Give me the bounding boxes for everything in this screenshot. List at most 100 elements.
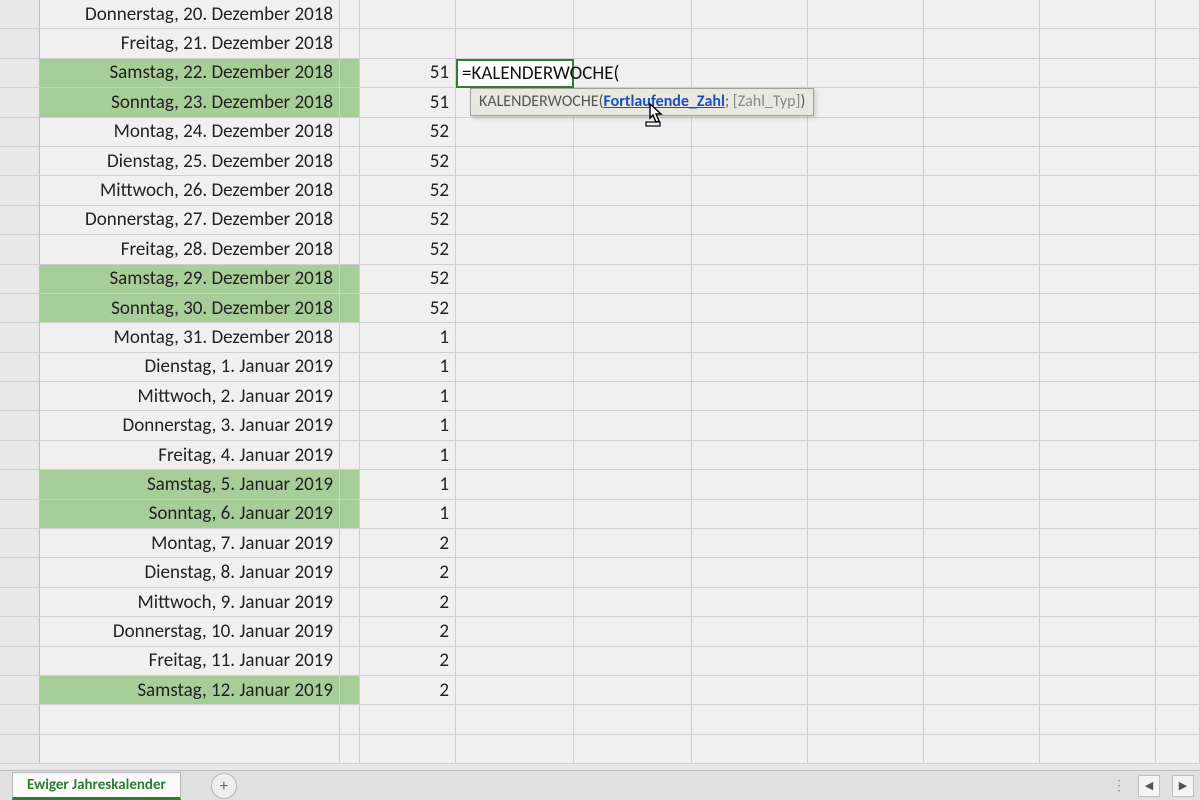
grid-cell[interactable]	[808, 176, 924, 205]
grid-cell[interactable]	[456, 0, 574, 29]
spacer-cell[interactable]	[340, 118, 360, 147]
row-header[interactable]	[0, 0, 40, 29]
grid-cell[interactable]	[456, 206, 574, 235]
spacer-cell[interactable]	[340, 647, 360, 676]
grid-cell[interactable]	[574, 265, 692, 294]
grid-cell[interactable]	[808, 29, 924, 58]
grid-cell[interactable]	[1156, 206, 1200, 235]
grid-cell[interactable]	[1040, 29, 1156, 58]
spacer-cell[interactable]	[340, 353, 360, 382]
week-number-cell[interactable]: 52	[360, 235, 456, 264]
row-header[interactable]	[0, 353, 40, 382]
grid-cell[interactable]	[808, 353, 924, 382]
grid-cell[interactable]	[808, 558, 924, 587]
date-cell[interactable]: Donnerstag, 10. Januar 2019	[40, 617, 340, 646]
week-number-cell[interactable]: 52	[360, 118, 456, 147]
tab-options-icon[interactable]: ⋮	[1112, 777, 1126, 794]
grid-cell[interactable]	[924, 617, 1040, 646]
week-number-cell[interactable]: 1	[360, 353, 456, 382]
grid-cell[interactable]	[692, 588, 808, 617]
date-cell[interactable]: Sonntag, 6. Januar 2019	[40, 500, 340, 529]
grid-cell[interactable]	[456, 705, 574, 734]
grid-cell[interactable]	[1040, 59, 1156, 88]
grid-cell[interactable]	[808, 0, 924, 29]
date-cell[interactable]: Freitag, 21. Dezember 2018	[40, 29, 340, 58]
grid-cell[interactable]	[1156, 118, 1200, 147]
grid-cell[interactable]	[1040, 500, 1156, 529]
grid-cell[interactable]	[574, 676, 692, 705]
grid-cell[interactable]	[692, 617, 808, 646]
grid-cell[interactable]	[1156, 647, 1200, 676]
grid-cell[interactable]	[924, 235, 1040, 264]
grid-cell[interactable]	[1156, 353, 1200, 382]
date-cell[interactable]: Donnerstag, 27. Dezember 2018	[40, 206, 340, 235]
grid-cell[interactable]	[808, 118, 924, 147]
grid-cell[interactable]	[924, 529, 1040, 558]
grid-cell[interactable]	[574, 411, 692, 440]
grid-cell[interactable]	[574, 647, 692, 676]
grid-cell[interactable]	[456, 118, 574, 147]
grid-cell[interactable]	[692, 235, 808, 264]
grid-cell[interactable]	[808, 735, 924, 764]
week-number-cell[interactable]: 1	[360, 411, 456, 440]
grid-cell[interactable]	[692, 411, 808, 440]
grid-cell[interactable]	[1156, 676, 1200, 705]
formula-edit-cell[interactable]: =KALENDERWOCHE(	[456, 59, 574, 88]
grid-cell[interactable]	[574, 29, 692, 58]
grid-cell[interactable]	[574, 617, 692, 646]
grid-cell[interactable]	[924, 441, 1040, 470]
grid-cell[interactable]	[1040, 588, 1156, 617]
spacer-cell[interactable]	[340, 470, 360, 499]
grid-cell[interactable]	[692, 29, 808, 58]
date-cell[interactable]: Samstag, 12. Januar 2019	[40, 676, 340, 705]
grid-cell[interactable]	[924, 294, 1040, 323]
grid-cell[interactable]	[924, 588, 1040, 617]
row-header[interactable]	[0, 705, 40, 734]
week-number-cell[interactable]	[360, 0, 456, 29]
date-cell[interactable]: Sonntag, 23. Dezember 2018	[40, 88, 340, 117]
grid-cell[interactable]	[924, 558, 1040, 587]
row-header[interactable]	[0, 647, 40, 676]
grid-cell[interactable]	[1040, 705, 1156, 734]
grid-cell[interactable]	[1040, 118, 1156, 147]
date-cell[interactable]: Freitag, 4. Januar 2019	[40, 441, 340, 470]
date-cell[interactable]	[40, 735, 340, 764]
week-number-cell[interactable]: 1	[360, 441, 456, 470]
grid-cell[interactable]	[808, 647, 924, 676]
row-header[interactable]	[0, 500, 40, 529]
week-number-cell[interactable]: 2	[360, 647, 456, 676]
grid-cell[interactable]	[808, 411, 924, 440]
week-number-cell[interactable]: 2	[360, 617, 456, 646]
week-number-cell[interactable]: 1	[360, 470, 456, 499]
row-header[interactable]	[0, 617, 40, 646]
week-number-cell[interactable]: 52	[360, 294, 456, 323]
grid-cell[interactable]	[574, 558, 692, 587]
grid-cell[interactable]	[808, 294, 924, 323]
grid-cell[interactable]	[924, 647, 1040, 676]
grid-cell[interactable]	[1156, 735, 1200, 764]
row-header[interactable]	[0, 265, 40, 294]
grid-cell[interactable]	[456, 294, 574, 323]
grid-cell[interactable]	[692, 529, 808, 558]
grid-cell[interactable]	[924, 88, 1040, 117]
row-header[interactable]	[0, 676, 40, 705]
grid-cell[interactable]	[924, 59, 1040, 88]
grid-cell[interactable]	[808, 323, 924, 352]
grid-cell[interactable]	[456, 470, 574, 499]
grid-cell[interactable]	[1040, 558, 1156, 587]
grid-cell[interactable]	[574, 323, 692, 352]
grid-cell[interactable]	[456, 617, 574, 646]
grid-cell[interactable]	[1156, 29, 1200, 58]
grid-cell[interactable]	[924, 206, 1040, 235]
grid-cell[interactable]	[1040, 676, 1156, 705]
grid-cell[interactable]	[456, 558, 574, 587]
date-cell[interactable]: Montag, 24. Dezember 2018	[40, 118, 340, 147]
grid-cell[interactable]	[924, 29, 1040, 58]
spacer-cell[interactable]	[340, 235, 360, 264]
spacer-cell[interactable]	[340, 617, 360, 646]
grid-cell[interactable]	[574, 382, 692, 411]
date-cell[interactable]: Dienstag, 1. Januar 2019	[40, 353, 340, 382]
grid-cell[interactable]	[1156, 88, 1200, 117]
grid-cell[interactable]	[574, 235, 692, 264]
grid-cell[interactable]	[692, 382, 808, 411]
